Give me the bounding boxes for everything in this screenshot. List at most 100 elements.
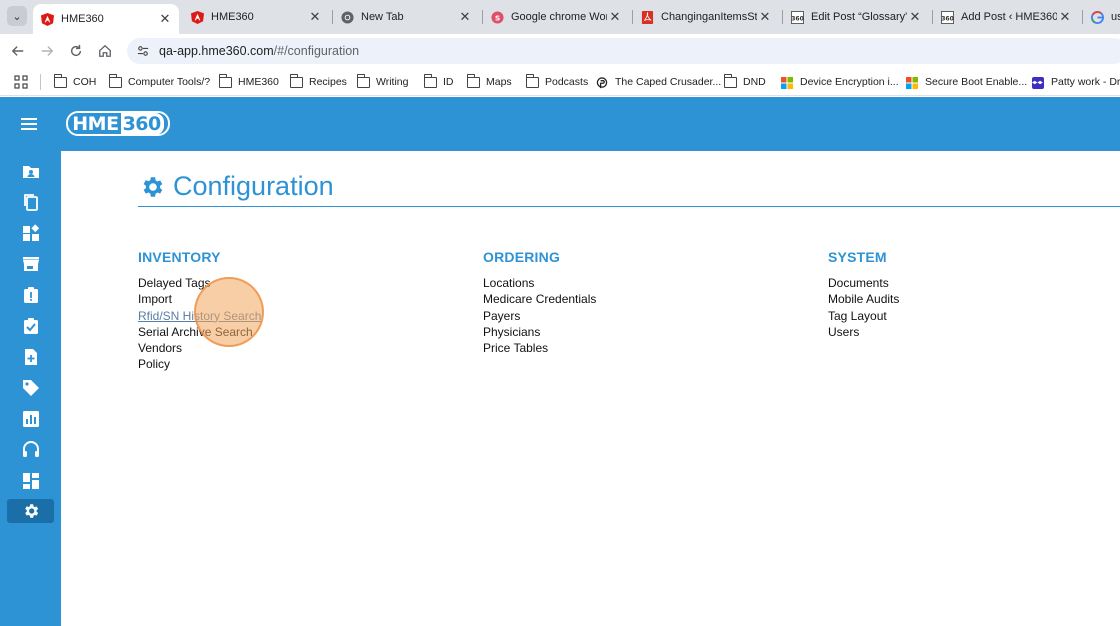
main-content: Configuration INVENTORY Delayed Tags Imp…: [61, 151, 1120, 626]
headset-icon[interactable]: [7, 438, 54, 462]
microsoft-icon: [781, 76, 794, 89]
tab-hme360[interactable]: HME360 ✕: [183, 4, 329, 30]
tab-google[interactable]: us: [1083, 4, 1120, 30]
tab-pdf[interactable]: ChanginganItemsStat ✕: [633, 4, 779, 30]
bookmark-label: Podcasts: [545, 76, 589, 88]
link-price-tables[interactable]: Price Tables: [483, 340, 596, 356]
tab-title: Edit Post “Glossary” ‹: [811, 11, 907, 23]
bookmark-patty-work[interactable]: Patty work - Drop: [1032, 73, 1120, 91]
link-payers[interactable]: Payers: [483, 308, 596, 324]
tab-hme360-active[interactable]: HME360 ✕: [33, 4, 179, 34]
bookmark-writing[interactable]: Writing: [356, 73, 408, 91]
dashboard-icon[interactable]: [7, 469, 54, 493]
close-icon[interactable]: ✕: [457, 9, 473, 25]
url-path: /#/configuration: [273, 44, 360, 58]
bookmark-device-encryption[interactable]: Device Encryption i...: [781, 73, 899, 91]
url-host: qa-app.hme360.com: [159, 44, 274, 58]
gear-icon[interactable]: [7, 499, 54, 523]
folder-icon: [53, 73, 67, 88]
link-documents[interactable]: Documents: [828, 275, 899, 291]
hme360-logo[interactable]: HME 360: [66, 111, 170, 136]
bookmark-podcasts[interactable]: Podcasts: [525, 73, 589, 91]
home-icon[interactable]: [95, 41, 115, 61]
browser-toolbar: qa-app.hme360.com/#/configuration: [0, 34, 1120, 68]
folder-icon: [466, 73, 480, 88]
close-icon[interactable]: ✕: [907, 9, 923, 25]
tab-title: Add Post ‹ HME360 S: [961, 11, 1057, 23]
page-title: Configuration: [139, 171, 334, 202]
widgets-icon[interactable]: [7, 221, 54, 245]
apps-grid-icon[interactable]: [14, 75, 28, 89]
dropbox-icon: [1032, 76, 1045, 89]
folder-icon: [423, 73, 437, 88]
patient-folder-icon[interactable]: [7, 159, 54, 183]
bookmark-maps[interactable]: Maps: [466, 73, 512, 91]
check-clipboard-icon[interactable]: [7, 314, 54, 338]
svg-text:S: S: [495, 13, 500, 22]
link-physicians[interactable]: Physicians: [483, 324, 596, 340]
link-policy[interactable]: Policy: [138, 356, 261, 372]
bookmark-dnd[interactable]: DND: [723, 73, 766, 91]
tab-edit-post[interactable]: 360 Edit Post “Glossary” ‹ ✕: [783, 4, 929, 30]
reload-icon[interactable]: [66, 41, 86, 61]
chart-icon[interactable]: [7, 407, 54, 431]
bookmark-coh[interactable]: COH: [53, 73, 97, 91]
site-info-icon[interactable]: [137, 45, 149, 57]
app-header: HME 360: [0, 97, 1120, 151]
folder-icon: [723, 73, 737, 88]
close-icon[interactable]: ✕: [1057, 9, 1073, 25]
close-icon[interactable]: ✕: [607, 9, 623, 25]
logo-number: 360: [120, 112, 164, 135]
tag-icon[interactable]: [7, 376, 54, 400]
link-locations[interactable]: Locations: [483, 275, 596, 291]
tab-search-button[interactable]: ⌄: [7, 6, 27, 26]
wordpress-icon: 360: [791, 10, 804, 24]
chrome-icon: [341, 10, 354, 24]
bookmark-caped-crusader[interactable]: The Caped Crusader...: [596, 73, 721, 91]
angular-icon: [41, 12, 54, 26]
link-users[interactable]: Users: [828, 324, 899, 340]
bookmark-label: Secure Boot Enable...: [925, 76, 1028, 88]
bookmark-secure-boot[interactable]: Secure Boot Enable...: [906, 73, 1027, 91]
bookmark-hme360[interactable]: HME360: [218, 73, 279, 91]
link-medicare-credentials[interactable]: Medicare Credentials: [483, 291, 596, 307]
bookmark-label: HME360: [238, 76, 279, 88]
section-heading: SYSTEM: [828, 249, 887, 265]
gear-icon: [143, 176, 163, 197]
bookmark-label: COH: [73, 76, 97, 88]
address-bar[interactable]: qa-app.hme360.com/#/configuration: [127, 38, 1120, 64]
bookmark-label: Device Encryption i...: [800, 76, 899, 88]
tab-new-tab[interactable]: New Tab ✕: [333, 4, 479, 30]
bookmarks-divider: [40, 74, 41, 90]
browser-tab-strip: ⌄ HME360 ✕ HME360 ✕ New Tab ✕ S Google c…: [0, 0, 1120, 34]
section-heading: INVENTORY: [138, 249, 221, 265]
bookmark-computer-tools[interactable]: Computer Tools/?: [108, 73, 210, 91]
bookmark-label: Patty work - Drop: [1051, 76, 1120, 88]
add-document-icon[interactable]: [7, 345, 54, 369]
alert-clipboard-icon[interactable]: [7, 283, 54, 307]
copy-icon[interactable]: [7, 190, 54, 214]
tab-scribe[interactable]: S Google chrome Work ✕: [483, 4, 629, 30]
menu-icon[interactable]: [21, 118, 37, 130]
forward-arrow-icon[interactable]: [37, 41, 57, 61]
bookmark-recipes[interactable]: Recipes: [289, 73, 347, 91]
link-tag-layout[interactable]: Tag Layout: [828, 308, 899, 324]
click-highlight: [194, 277, 264, 347]
section-heading: ORDERING: [483, 249, 561, 265]
wordpress-icon: 360: [941, 10, 954, 24]
link-mobile-audits[interactable]: Mobile Audits: [828, 291, 899, 307]
svg-text:360: 360: [941, 15, 954, 22]
tab-add-post[interactable]: 360 Add Post ‹ HME360 S ✕: [933, 4, 1079, 30]
bookmarks-bar: COH Computer Tools/? HME360 Recipes Writ…: [0, 68, 1120, 96]
podcast-icon: [596, 76, 609, 88]
back-arrow-icon[interactable]: [8, 41, 28, 61]
folder-icon: [108, 73, 122, 88]
logo-text: HME: [72, 112, 119, 135]
close-icon[interactable]: ✕: [307, 9, 323, 25]
close-icon[interactable]: ✕: [157, 11, 173, 27]
bookmark-id[interactable]: ID: [423, 73, 454, 91]
bookmark-label: Recipes: [309, 76, 347, 88]
close-icon[interactable]: ✕: [757, 9, 773, 25]
bookmark-label: The Caped Crusader...: [615, 76, 722, 88]
store-icon[interactable]: [7, 252, 54, 276]
